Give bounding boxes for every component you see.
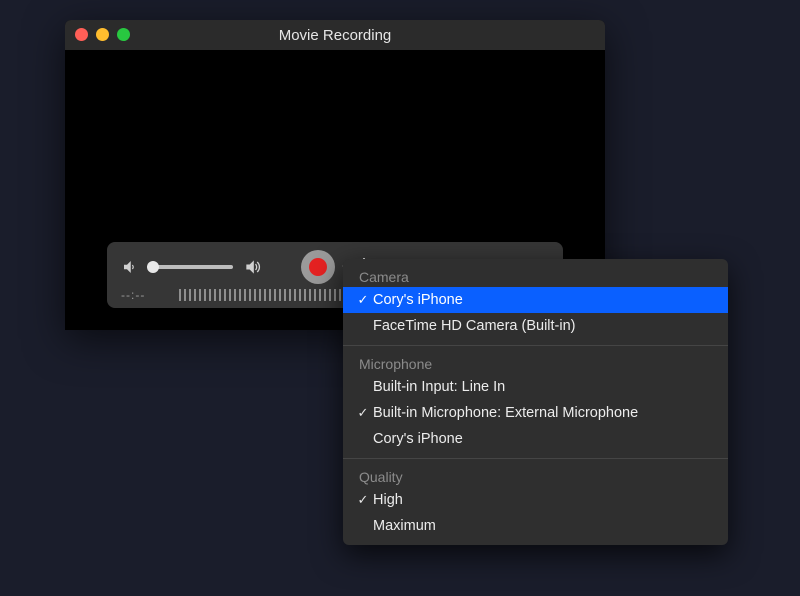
menu-item-label: High (373, 490, 403, 510)
titlebar[interactable]: Movie Recording (65, 20, 605, 50)
menu-section-header: Microphone (343, 352, 728, 374)
volume-slider[interactable] (149, 265, 233, 269)
check-icon: ✓ (353, 490, 373, 510)
window-title: Movie Recording (279, 27, 392, 44)
input-source-menu: Camera✓Cory's iPhoneFaceTime HD Camera (… (343, 259, 728, 545)
menu-item[interactable]: Built-in Input: Line In (343, 374, 728, 400)
menu-item-label: Maximum (373, 516, 436, 536)
minimize-window-icon[interactable] (96, 28, 109, 41)
timecode: --:-- (121, 288, 161, 302)
menu-item[interactable]: ✓High (343, 487, 728, 513)
menu-separator (343, 345, 728, 346)
check-icon: ✓ (353, 403, 373, 423)
menu-item-label: Cory's iPhone (373, 290, 463, 310)
menu-item[interactable]: Cory's iPhone (343, 426, 728, 452)
menu-item[interactable]: ✓Built-in Microphone: External Microphon… (343, 400, 728, 426)
menu-item[interactable]: ✓Cory's iPhone (343, 287, 728, 313)
close-window-icon[interactable] (75, 28, 88, 41)
check-icon: ✓ (353, 290, 373, 310)
menu-item-label: FaceTime HD Camera (Built-in) (373, 316, 576, 336)
menu-item-label: Built-in Input: Line In (373, 377, 505, 397)
volume-high-icon (243, 257, 263, 277)
record-button[interactable] (301, 250, 335, 284)
volume-thumb[interactable] (147, 261, 159, 273)
menu-separator (343, 458, 728, 459)
volume-low-icon (121, 258, 139, 276)
menu-section-header: Camera (343, 265, 728, 287)
menu-section-header: Quality (343, 465, 728, 487)
menu-item[interactable]: Maximum (343, 513, 728, 539)
menu-item-label: Cory's iPhone (373, 429, 463, 449)
record-icon (309, 258, 327, 276)
maximize-window-icon[interactable] (117, 28, 130, 41)
menu-item-label: Built-in Microphone: External Microphone (373, 403, 638, 423)
window-controls (75, 28, 130, 41)
menu-item[interactable]: FaceTime HD Camera (Built-in) (343, 313, 728, 339)
